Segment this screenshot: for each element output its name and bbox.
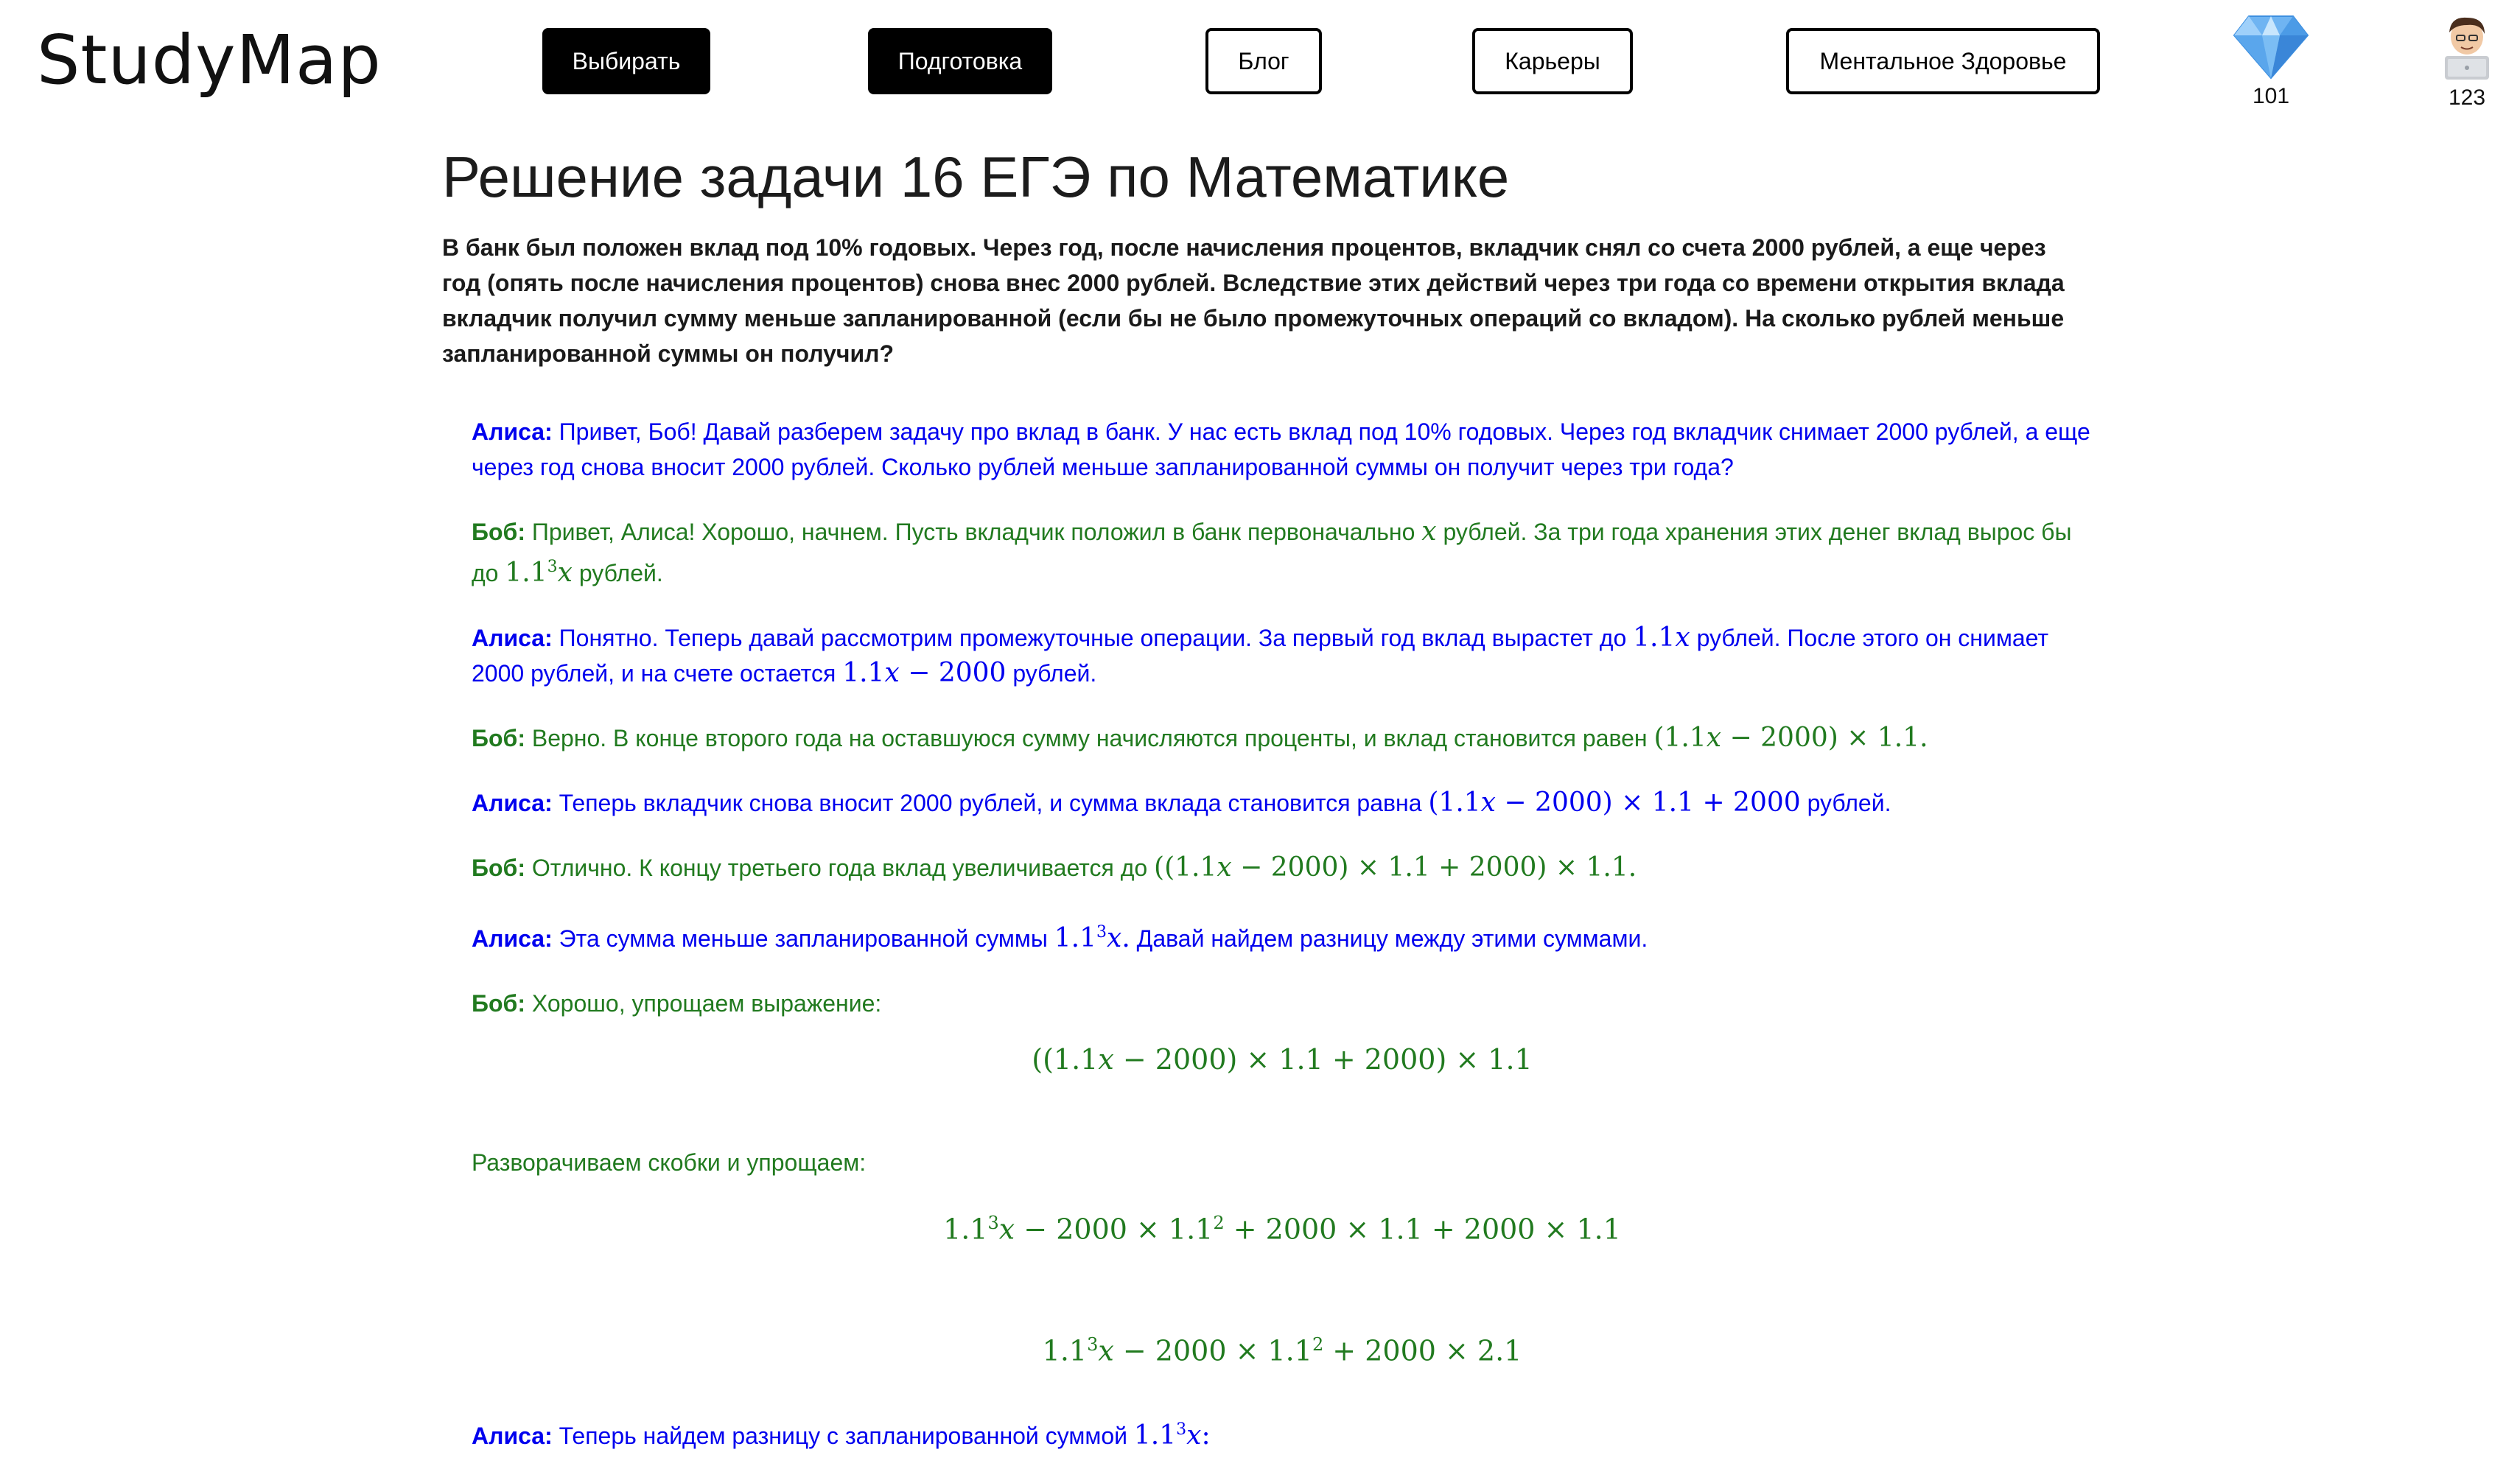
math-formula: (1.1x − 2000) × 1.1. [1653, 723, 1928, 753]
message-text: Хорошо, упрощаем выражение: [531, 990, 882, 1017]
dialog-message: Алиса: Теперь вкладчик снова вносит 2000… [472, 785, 2093, 821]
message-text: Отлично. К концу третьего года вклад уве… [531, 855, 1148, 881]
math-formula: (1.1x − 2000) × 1.1 + 2000 [1428, 788, 1801, 818]
message-text: Привет, Алиса! Хорошо, начнем. Пусть вкл… [531, 519, 1415, 545]
speaker-alice: Алиса: [472, 925, 553, 952]
message-text: Теперь найдем разницу с запланированной … [559, 1423, 1127, 1450]
dialog-message: Алиса: Эта сумма меньше запланированной … [472, 915, 2093, 956]
message-text: Разворачиваем скобки и упрощаем: [472, 1149, 867, 1176]
message-text: рублей. [1012, 660, 1097, 687]
display-formula: 1.13x − 2000 × 1.12 + 2000 × 2.1 [1042, 1333, 1522, 1367]
solution-dialog: Алиса: Привет, Боб! Давай разберем задач… [442, 414, 2093, 1454]
problem-statement: В банк был положен вклад под 10% годовых… [442, 234, 2065, 367]
math-formula: 1.1x [1633, 623, 1690, 653]
math-formula: 1.13x: [1133, 1420, 1211, 1451]
nav-careers-button[interactable]: Карьеры [1472, 28, 1633, 94]
message-text: рублей. [1807, 790, 1891, 816]
dialog-message: Боб: Хорошо, упрощаем выражение: [472, 986, 2093, 1021]
profile-count: 123 [2448, 85, 2486, 110]
message-text: Эта сумма меньше запланированной суммы [559, 925, 1048, 952]
message-text: Верно. В конце второго года на оставшуюс… [531, 725, 1648, 751]
gems-counter[interactable]: 101 [2219, 13, 2323, 109]
speaker-bob: Боб: [472, 519, 525, 545]
message-text: Привет, Боб! Давай разберем задачу про в… [472, 418, 2090, 480]
speaker-alice: Алиса: [472, 418, 553, 445]
math-formula: ((1.1x − 2000) × 1.1 + 2000) × 1.1. [1154, 852, 1637, 883]
message-text: Теперь вкладчик снова вносит 2000 рублей… [559, 790, 1422, 816]
math-formula: 1.13x. [1054, 923, 1130, 953]
speaker-bob: Боб: [472, 990, 525, 1017]
nav-mental-health-button[interactable]: Ментальное Здоровье [1786, 28, 2100, 94]
nav-choose-button[interactable]: Выбирать [542, 28, 710, 94]
nav-preparation-button[interactable]: Подготовка [868, 28, 1052, 94]
dialog-message: Боб: Верно. В конце второго года на оста… [472, 721, 2093, 756]
nav-blog-button[interactable]: Блог [1205, 28, 1322, 94]
article: Решение задачи 16 ЕГЭ по Математике В ба… [442, 140, 2093, 1483]
dialog-message: Боб: Привет, Алиса! Хорошо, начнем. Пуст… [472, 514, 2093, 591]
math-formula: 1.1x − 2000 [842, 658, 1007, 688]
gems-count: 101 [2252, 84, 2290, 108]
message-text: рублей. [578, 560, 663, 586]
site-header: StudyMap Выбирать Подготовка Блог Карьер… [0, 0, 2520, 125]
display-formula: ((1.1x − 2000) × 1.1 + 2000) × 1.1 [1032, 1043, 1533, 1076]
math-formula: x [1421, 516, 1437, 547]
avatar-icon [2445, 17, 2489, 80]
page-title: Решение задачи 16 ЕГЭ по Математике [442, 144, 1510, 209]
speaker-alice: Алиса: [472, 790, 553, 816]
speaker-alice: Алиса: [472, 625, 553, 651]
speaker-bob: Боб: [472, 725, 525, 751]
speaker-bob: Боб: [472, 855, 525, 881]
profile-counter[interactable]: 123 [2415, 13, 2519, 111]
message-text: Давай найдем разницу между этими суммами… [1136, 925, 1648, 952]
message-text: Понятно. Теперь давай рассмотрим промежу… [559, 625, 1627, 651]
dialog-message: Алиса: Теперь найдем разницу с запланиро… [472, 1412, 2093, 1454]
site-logo[interactable]: StudyMap [37, 16, 382, 105]
speaker-alice: Алиса: [472, 1423, 553, 1450]
dialog-message: Боб: Отлично. К концу третьего года вкла… [472, 850, 2093, 886]
dialog-message: Алиса: Привет, Боб! Давай разберем задач… [472, 414, 2093, 485]
display-formula: 1.13x − 2000 × 1.12 + 2000 × 1.1 + 2000 … [943, 1213, 1621, 1246]
dialog-message: Алиса: Понятно. Теперь давай рассмотрим … [472, 620, 2093, 691]
dialog-message: Разворачиваем скобки и упрощаем: [472, 1145, 2093, 1180]
math-formula: 1.13x [505, 558, 573, 588]
diamond-icon [2233, 15, 2309, 80]
